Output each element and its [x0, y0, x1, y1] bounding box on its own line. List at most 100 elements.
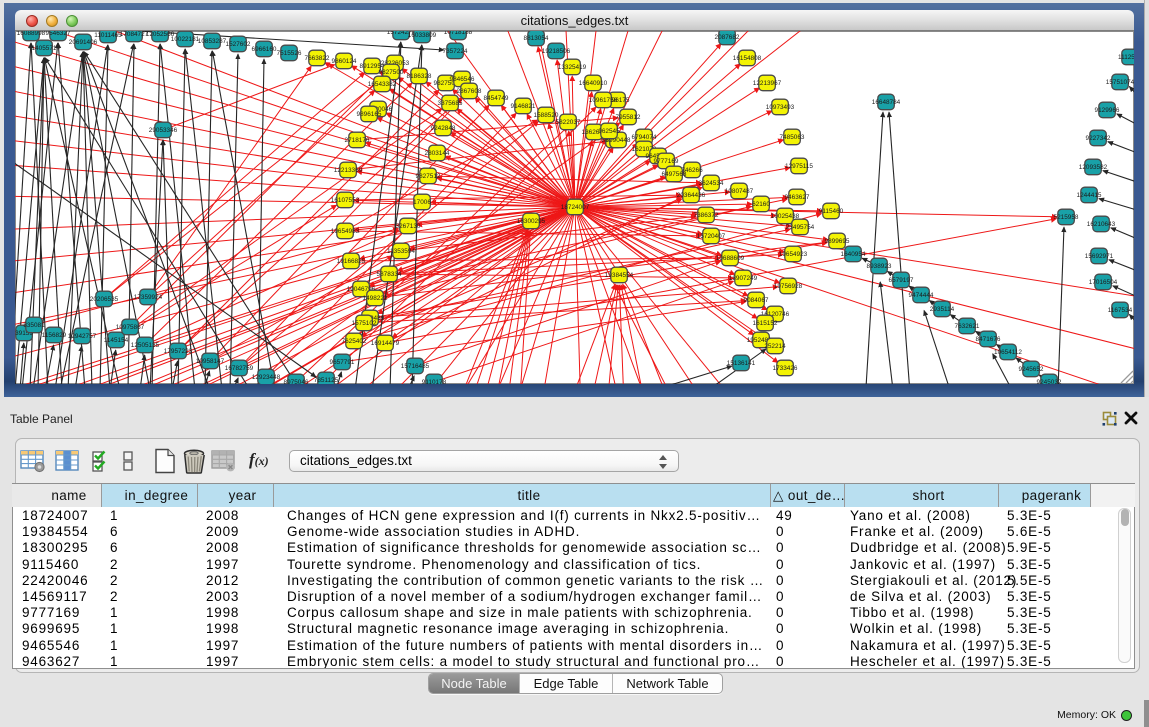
svg-text:62160: 62160: [752, 201, 770, 208]
svg-text:8975046: 8975046: [284, 379, 309, 384]
svg-text:2867608: 2867608: [457, 88, 482, 95]
svg-text:16033809: 16033809: [408, 32, 437, 39]
svg-text:16640910: 16640910: [579, 80, 608, 87]
svg-text:12942757: 12942757: [68, 333, 97, 340]
svg-text:12093582: 12093582: [1079, 164, 1108, 171]
svg-text:9777169: 9777169: [654, 158, 679, 165]
svg-text:3375685: 3375685: [438, 100, 463, 107]
svg-text:18724007: 18724007: [561, 204, 590, 211]
svg-text:2718176: 2718176: [345, 137, 370, 144]
svg-text:15751074: 15751074: [1106, 79, 1134, 86]
svg-text:9227342: 9227342: [1086, 135, 1111, 142]
svg-text:7955812: 7955812: [616, 114, 641, 121]
svg-text:12923448: 12923448: [252, 374, 281, 381]
svg-text:10958147: 10958147: [196, 358, 225, 365]
svg-text:17084727: 17084727: [120, 31, 149, 38]
svg-text:10688609: 10688609: [716, 255, 745, 262]
svg-text:5822037: 5822037: [556, 119, 581, 126]
svg-text:11353594: 11353594: [387, 248, 415, 255]
svg-text:15720407: 15720407: [697, 233, 726, 240]
svg-text:20206535: 20206535: [90, 296, 119, 303]
svg-text:20691406: 20691406: [69, 39, 98, 46]
svg-text:15136141: 15136141: [727, 360, 756, 367]
svg-text:5215958: 5215958: [1054, 214, 1079, 221]
svg-text:5878334: 5878334: [377, 271, 402, 278]
svg-text:16782759: 16782759: [225, 365, 254, 372]
svg-text:6497568: 6497568: [662, 171, 687, 178]
svg-text:8186328: 8186328: [407, 73, 432, 80]
svg-text:11011465: 11011465: [94, 32, 122, 39]
svg-text:16210643: 16210643: [1087, 221, 1116, 228]
svg-text:1527602: 1527602: [226, 41, 251, 48]
svg-text:2935114: 2935114: [930, 306, 955, 313]
svg-text:7663822: 7663822: [305, 55, 330, 62]
svg-text:9860124: 9860124: [332, 58, 357, 65]
svg-text:3267130: 3267130: [396, 223, 421, 230]
svg-text:10807487: 10807487: [725, 188, 754, 195]
svg-text:8938923: 8938923: [867, 263, 892, 270]
svg-text:15692971: 15692971: [1085, 253, 1114, 260]
svg-text:19756928: 19756928: [774, 283, 803, 290]
svg-text:16088998: 16088998: [17, 31, 46, 37]
svg-text:252214: 252214: [764, 343, 786, 350]
svg-text:962545: 962545: [598, 128, 620, 135]
svg-text:835081: 835081: [23, 322, 45, 329]
svg-text:1498222: 1498222: [363, 295, 388, 302]
svg-text:8471676: 8471676: [976, 336, 1001, 343]
svg-text:9146821: 9146821: [511, 103, 536, 110]
svg-text:9463627: 9463627: [785, 194, 810, 201]
svg-text:20364436: 20364436: [677, 192, 706, 199]
svg-text:9474444: 9474444: [909, 292, 934, 299]
svg-text:19384554: 19384554: [605, 272, 634, 279]
svg-text:16543382: 16543382: [368, 81, 397, 88]
svg-text:9657791: 9657791: [330, 359, 355, 366]
svg-text:9846546: 9846546: [450, 76, 475, 83]
svg-text:13325419: 13325419: [558, 64, 587, 71]
svg-text:9245032: 9245032: [1037, 379, 1062, 384]
svg-text:17006: 17006: [413, 199, 431, 206]
svg-text:7515526: 7515526: [277, 50, 302, 57]
svg-text:9546327: 9546327: [46, 31, 71, 37]
svg-text:16107553: 16107553: [331, 197, 360, 204]
svg-text:29053346: 29053346: [149, 127, 178, 134]
svg-text:9084067: 9084067: [744, 297, 769, 304]
svg-text:9129966: 9129966: [1095, 107, 1120, 114]
svg-text:1112543: 1112543: [1118, 54, 1134, 61]
svg-text:9110178: 9110178: [422, 379, 447, 384]
svg-text:10654112: 10654112: [994, 349, 1022, 356]
svg-text:9115460: 9115460: [819, 208, 844, 215]
svg-text:3624534: 3624534: [699, 180, 724, 187]
svg-text:19654983: 19654983: [331, 228, 360, 235]
svg-text:12213967: 12213967: [753, 80, 782, 87]
svg-text:10973493: 10973493: [766, 104, 795, 111]
svg-text:9827500: 9827500: [379, 69, 404, 76]
svg-text:1615152: 1615152: [753, 320, 778, 327]
svg-text:12975115: 12975115: [785, 163, 813, 170]
svg-text:7386372: 7386372: [694, 212, 719, 219]
svg-text:12213369: 12213369: [334, 167, 363, 174]
svg-text:16648784: 16648784: [872, 99, 901, 106]
svg-text:19654923: 19654923: [779, 251, 808, 258]
svg-text:1156829: 1156829: [42, 332, 67, 339]
svg-text:10718188: 10718188: [444, 31, 473, 36]
svg-text:10975867: 10975867: [116, 324, 145, 331]
svg-text:7632621: 7632621: [955, 323, 980, 330]
svg-text:18300295: 18300295: [517, 218, 546, 225]
svg-text:1640954: 1640954: [841, 251, 866, 258]
svg-text:2087682: 2087682: [715, 34, 740, 41]
svg-text:18907249: 18907249: [729, 275, 758, 282]
svg-text:16914479: 16914479: [371, 340, 400, 347]
svg-text:8813054: 8813054: [524, 35, 549, 42]
svg-text:6579197: 6579197: [889, 277, 914, 284]
svg-text:2803144: 2803144: [425, 150, 450, 157]
svg-text:9896165: 9896165: [357, 111, 382, 118]
svg-text:9245652: 9245652: [1019, 366, 1044, 373]
svg-text:17957223: 17957223: [164, 348, 193, 355]
svg-text:10853287: 10853287: [198, 38, 227, 45]
svg-text:9242848: 9242848: [431, 125, 456, 132]
svg-text:23495754: 23495754: [786, 224, 815, 231]
svg-text:10961758: 10961758: [589, 97, 618, 104]
svg-text:9827512: 9827512: [416, 173, 441, 180]
svg-text:6794074: 6794074: [632, 134, 657, 141]
svg-text:9899695: 9899695: [825, 238, 850, 245]
